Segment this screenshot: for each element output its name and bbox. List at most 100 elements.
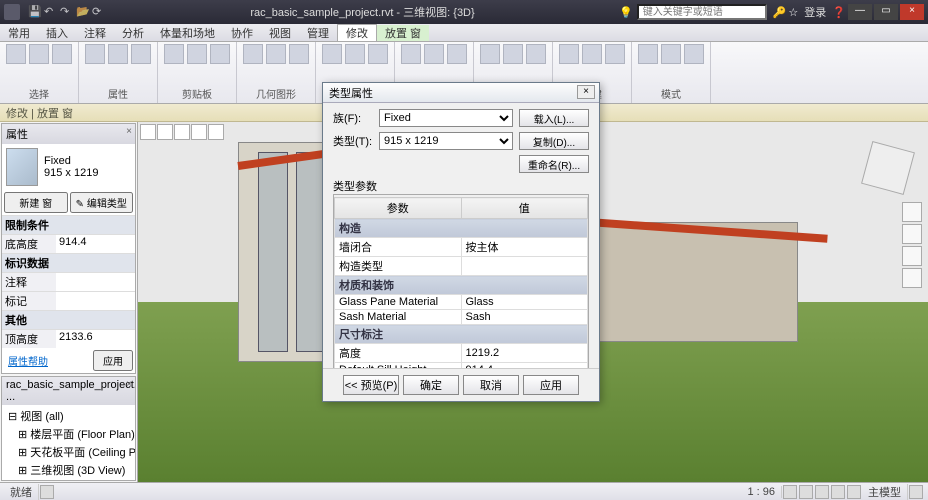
ribbon-button[interactable]	[131, 44, 151, 64]
app-icon[interactable]	[4, 4, 20, 20]
qat-save-icon[interactable]: 💾	[28, 5, 42, 19]
ribbon-button[interactable]	[684, 44, 704, 64]
tab-常用[interactable]: 常用	[0, 25, 38, 41]
qat-open-icon[interactable]: 📂	[76, 5, 90, 19]
ok-button[interactable]: 确定	[403, 375, 459, 395]
tab-注释[interactable]: 注释	[76, 25, 114, 41]
ribbon-button[interactable]	[85, 44, 105, 64]
signin-link[interactable]: 登录	[804, 4, 826, 20]
ribbon-button[interactable]	[164, 44, 184, 64]
ribbon-button[interactable]	[582, 44, 602, 64]
load-button[interactable]: 载入(L)...	[519, 109, 589, 127]
help-dropdown-icon[interactable]: ❓	[832, 6, 846, 19]
vp-icon[interactable]	[157, 124, 173, 140]
ribbon-button[interactable]	[638, 44, 658, 64]
tree-node[interactable]: ⊞ 三维视图 (3D View)	[4, 461, 133, 479]
family-select[interactable]: Fixed	[379, 109, 513, 127]
param-value[interactable]: 按主体	[461, 238, 588, 257]
param-value[interactable]: Sash	[461, 310, 588, 325]
tree-node[interactable]: ⊞ 楼层平面 (Floor Plan)	[4, 425, 133, 443]
properties-help-link[interactable]: 属性帮助	[4, 351, 52, 370]
pan-icon[interactable]	[902, 224, 922, 244]
rename-button[interactable]: 重命名(R)...	[519, 155, 589, 173]
ribbon-button[interactable]	[480, 44, 500, 64]
param-value[interactable]	[461, 257, 588, 276]
ribbon-button[interactable]	[243, 44, 263, 64]
tree-node[interactable]: ⊟ 视图 (all)	[4, 407, 133, 425]
vp-icon[interactable]	[140, 124, 156, 140]
qat-undo-icon[interactable]: ↶	[44, 5, 58, 19]
dialog-titlebar[interactable]: 类型属性 ×	[323, 83, 599, 103]
ribbon-button[interactable]	[29, 44, 49, 64]
ribbon-button[interactable]	[447, 44, 467, 64]
steering-wheel-icon[interactable]	[902, 202, 922, 222]
zoom-icon[interactable]	[902, 246, 922, 266]
prop-value[interactable]: 2133.6	[56, 330, 135, 348]
maximize-button[interactable]: ▭	[874, 4, 898, 20]
qat-redo-icon[interactable]: ↷	[60, 5, 74, 19]
tab-分析[interactable]: 分析	[114, 25, 152, 41]
col-param[interactable]: 参数	[335, 198, 462, 219]
cancel-button[interactable]: 取消	[463, 375, 519, 395]
ribbon-button[interactable]	[368, 44, 388, 64]
tab-协作[interactable]: 协作	[223, 25, 261, 41]
contextual-tab[interactable]: 放置 窗	[377, 25, 429, 41]
minimize-button[interactable]: —	[848, 4, 872, 20]
ribbon-button[interactable]	[210, 44, 230, 64]
ribbon-button[interactable]	[187, 44, 207, 64]
tab-管理[interactable]: 管理	[299, 25, 337, 41]
dialog-apply-button[interactable]: 应用	[523, 375, 579, 395]
params-scroll[interactable]: 参数 值 构造墙闭合按主体构造类型材质和装饰Glass Pane Materia…	[333, 194, 589, 370]
ribbon-button[interactable]	[108, 44, 128, 64]
help-search-input[interactable]	[637, 4, 767, 20]
ribbon-button[interactable]	[52, 44, 72, 64]
crop-icon[interactable]	[847, 485, 861, 499]
visual-style-icon[interactable]	[799, 485, 813, 499]
properties-apply-button[interactable]: 应用	[93, 350, 133, 371]
duplicate-button[interactable]: 复制(D)...	[519, 132, 589, 150]
sun-path-icon[interactable]	[815, 485, 829, 499]
filter-icon[interactable]	[909, 485, 923, 499]
new-instance-dropdown[interactable]: 新建 窗	[4, 192, 68, 213]
ribbon-button[interactable]	[526, 44, 546, 64]
col-value[interactable]: 值	[461, 198, 588, 219]
type-selector[interactable]: Fixed 915 x 1219	[2, 144, 135, 190]
tab-插入[interactable]: 插入	[38, 25, 76, 41]
scale-display[interactable]: 1 : 96	[741, 486, 782, 498]
ribbon-button[interactable]	[503, 44, 523, 64]
ribbon-button[interactable]	[345, 44, 365, 64]
close-button[interactable]: ×	[900, 4, 924, 20]
view-cube[interactable]	[861, 141, 915, 195]
tab-体量和场地[interactable]: 体量和场地	[152, 25, 223, 41]
prop-value[interactable]	[56, 292, 135, 310]
ribbon-button[interactable]	[6, 44, 26, 64]
shadows-icon[interactable]	[831, 485, 845, 499]
edit-type-button[interactable]: ✎ 编辑类型	[70, 192, 134, 213]
param-value[interactable]: 1219.2	[461, 344, 588, 363]
preview-button[interactable]: << 预览(P)	[343, 375, 399, 395]
tree-node[interactable]: ⊞ 天花板平面 (Ceiling Plan)	[4, 443, 133, 461]
detail-level-icon[interactable]	[783, 485, 797, 499]
orbit-icon[interactable]	[902, 268, 922, 288]
param-value[interactable]: Glass	[461, 295, 588, 310]
help-icon[interactable]: 💡	[619, 6, 633, 19]
type-select[interactable]: 915 x 1219	[379, 132, 513, 150]
qat-sync-icon[interactable]: ⟳	[92, 5, 106, 19]
tree-node[interactable]: ⊞ 立面 (Building Elevation)	[4, 479, 133, 481]
browser-close-icon[interactable]: ×	[126, 379, 132, 390]
tab-修改[interactable]: 修改	[337, 24, 377, 41]
prop-value[interactable]: 914.4	[56, 235, 135, 253]
dialog-close-icon[interactable]: ×	[577, 85, 595, 99]
ribbon-button[interactable]	[661, 44, 681, 64]
ribbon-button[interactable]	[322, 44, 342, 64]
subscription-icon[interactable]: 🔑	[773, 6, 787, 19]
favorite-icon[interactable]: ☆	[788, 6, 798, 19]
ribbon-button[interactable]	[266, 44, 286, 64]
ribbon-button[interactable]	[289, 44, 309, 64]
properties-close-icon[interactable]: ×	[126, 126, 132, 137]
ribbon-button[interactable]	[559, 44, 579, 64]
tab-视图[interactable]: 视图	[261, 25, 299, 41]
prop-value[interactable]	[56, 273, 135, 291]
ribbon-button[interactable]	[605, 44, 625, 64]
main-model-label[interactable]: 主模型	[862, 484, 908, 500]
